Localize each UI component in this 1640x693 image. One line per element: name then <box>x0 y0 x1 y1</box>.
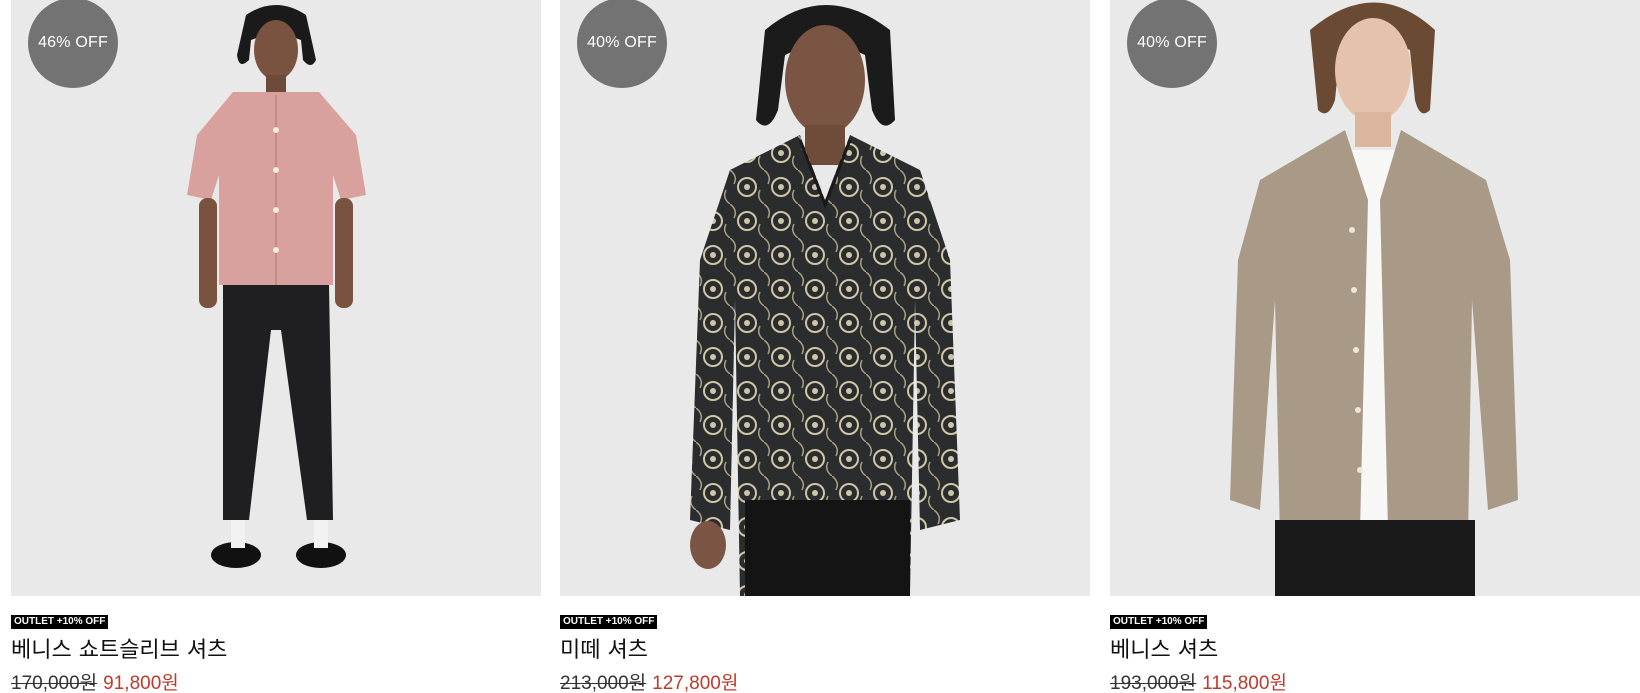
product-image[interactable]: 40% OFF <box>560 0 1090 596</box>
product-card[interactable]: 46% OFF OUTLET +10% OFF 베니스 쇼트슬리브 셔츠 170… <box>11 0 541 693</box>
outlet-tag: OUTLET +10% OFF <box>1110 615 1208 629</box>
sale-price: 115,800원 <box>1202 673 1287 693</box>
product-card[interactable]: 40% OFF OUTLET +10% OFF 미떼 셔츠 213,000원 12… <box>560 0 1090 693</box>
price-row: 193,000원 115,800원 <box>1110 668 1287 693</box>
original-price: 193,000원 <box>1110 673 1197 693</box>
sale-price: 127,800원 <box>652 673 739 693</box>
discount-badge: 40% OFF <box>1127 0 1217 88</box>
original-price: 170,000원 <box>11 673 98 693</box>
product-image[interactable]: 46% OFF <box>11 0 541 596</box>
product-name[interactable]: 베니스 셔츠 <box>1110 632 1218 664</box>
product-name[interactable]: 베니스 쇼트슬리브 셔츠 <box>11 632 227 664</box>
original-price: 213,000원 <box>560 673 647 693</box>
discount-badge: 46% OFF <box>28 0 118 88</box>
outlet-tag: OUTLET +10% OFF <box>560 615 658 629</box>
outlet-tag: OUTLET +10% OFF <box>11 615 109 629</box>
model-photo-short-sleeve-shirt <box>11 0 541 596</box>
sale-price: 91,800원 <box>103 673 179 693</box>
model-photo-long-sleeve-shirt <box>1110 0 1640 596</box>
model-photo-patterned-shirt <box>560 0 1090 596</box>
product-card[interactable]: 40% OFF OUTLET +10% OFF 베니스 셔츠 193,000원 1… <box>1110 0 1640 693</box>
product-image[interactable]: 40% OFF <box>1110 0 1640 596</box>
product-grid: 46% OFF OUTLET +10% OFF 베니스 쇼트슬리브 셔츠 170… <box>0 0 1640 693</box>
price-row: 213,000원 127,800원 <box>560 668 738 693</box>
price-row: 170,000원 91,800원 <box>11 668 179 693</box>
discount-badge: 40% OFF <box>577 0 667 88</box>
product-name[interactable]: 미떼 셔츠 <box>560 632 648 664</box>
